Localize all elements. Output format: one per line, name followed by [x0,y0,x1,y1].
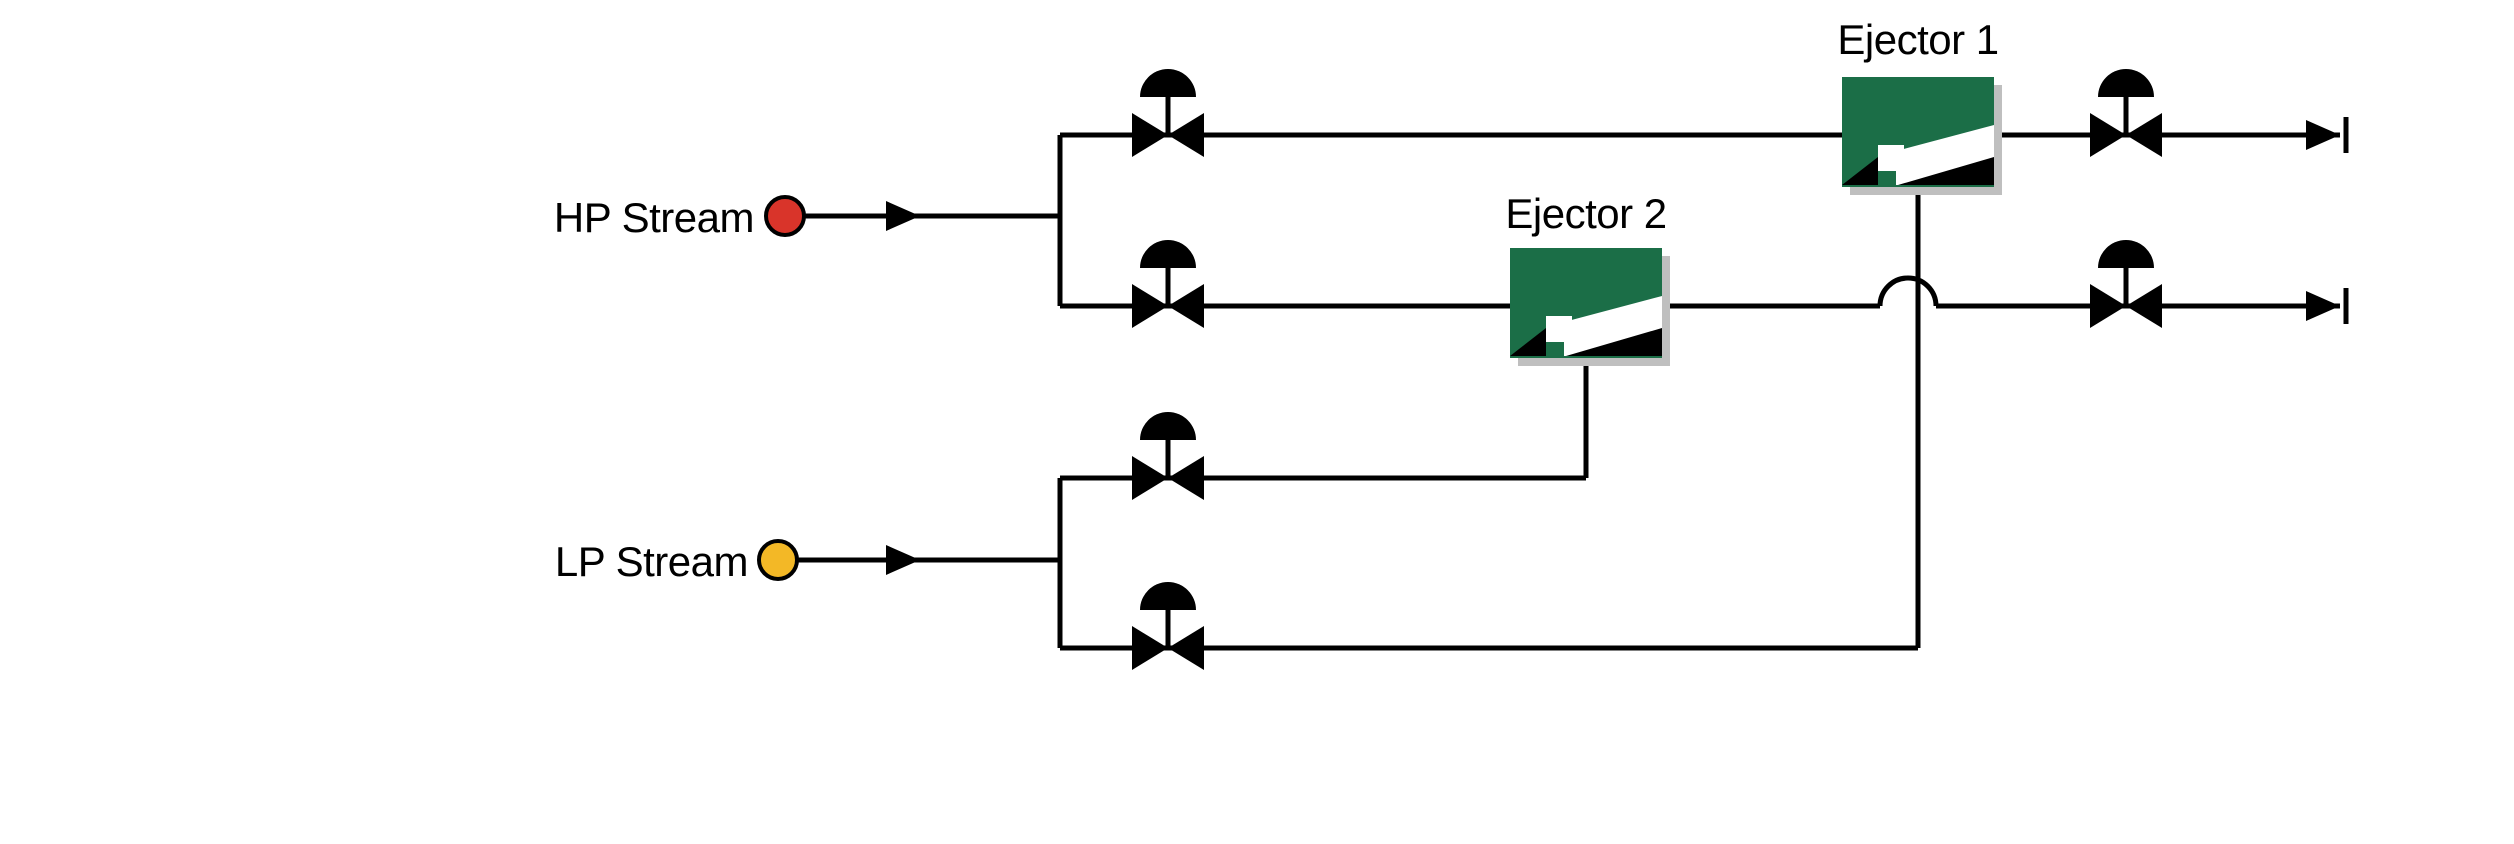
ejector2-icon [1510,248,1670,366]
hp-bot-inlet-valve-icon [1132,240,1204,328]
ejector2-label: Ejector 2 [1505,190,1666,237]
lp-stream-label: LP Stream [555,538,748,585]
outlet2-arrow-icon [2306,288,2346,324]
hp-inlet-arrow-icon [886,201,920,231]
ejector-schematic: HP Stream LP Stream Ejector 1 Ejector 2 [0,0,2514,844]
hp-top-inlet-valve-icon [1132,69,1204,157]
hp-stream-label: HP Stream [554,194,754,241]
ejector2-outlet-valve-icon [2090,240,2162,328]
lp-top-valve-icon [1132,412,1204,500]
lp-inlet-arrow-icon [886,545,920,575]
hp-stream-source-icon [766,197,804,235]
lp-bot-valve-icon [1132,582,1204,670]
ejector1-outlet-valve-icon [2090,69,2162,157]
ejector1-icon [1842,77,2002,195]
ejector1-label: Ejector 1 [1837,16,1998,63]
pipe-hop-arc [1880,278,1936,306]
outlet1-arrow-icon [2306,117,2346,153]
lp-stream-source-icon [759,541,797,579]
